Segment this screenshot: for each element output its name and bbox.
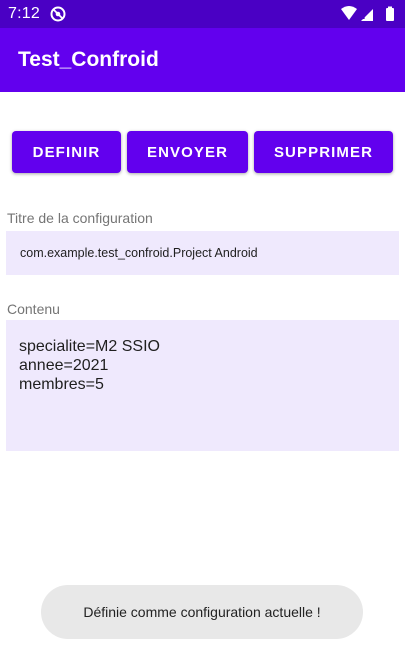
definir-button[interactable]: DEFINIR — [12, 131, 121, 173]
contenu-line: specialite=M2 SSIO — [19, 338, 160, 355]
contenu-line: annee=2021 — [19, 357, 109, 374]
envoyer-button[interactable]: ENVOYER — [127, 131, 248, 173]
titre-input[interactable]: com.example.test_confroid.Project Androi… — [6, 231, 399, 275]
at-sign-icon — [50, 6, 66, 22]
status-icons — [341, 6, 394, 21]
signal-icon — [361, 9, 373, 21]
contenu-line: membres=5 — [19, 376, 104, 393]
status-bar: 7:12 — [0, 0, 405, 28]
supprimer-button[interactable]: SUPPRIMER — [254, 131, 393, 173]
contenu-textarea[interactable]: specialite=M2 SSIO annee=2021 membres=5 — [6, 320, 399, 451]
wifi-icon — [341, 6, 357, 20]
app-title: Test_Confroid — [18, 48, 159, 71]
app-screen: 7:12 Test_Confroid DEFINIR ENVOYER SUPPR… — [0, 0, 405, 666]
app-bar: Test_Confroid — [0, 28, 405, 92]
titre-value: com.example.test_confroid.Project Androi… — [20, 246, 258, 260]
toast-message: Définie comme configuration actuelle ! — [41, 585, 363, 639]
status-time: 7:12 — [8, 5, 40, 22]
titre-label: Titre de la configuration — [7, 210, 153, 226]
battery-icon — [386, 6, 394, 21]
contenu-label: Contenu — [7, 301, 60, 317]
